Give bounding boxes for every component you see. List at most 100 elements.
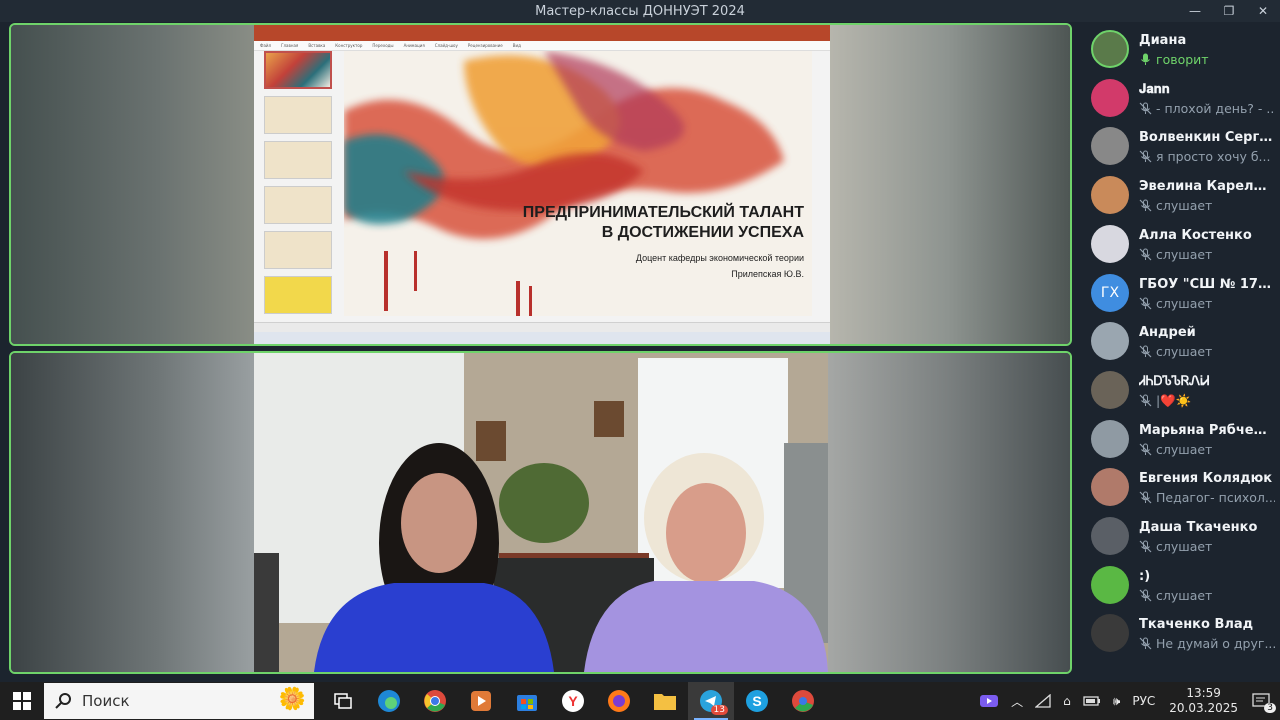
participant-avatar[interactable] [1091,565,1129,604]
participant-item[interactable]: :) слушает [1080,562,1280,610]
slide-thumbnail [264,186,332,224]
participant-item[interactable]: Евгения Колядюк Педагог- психол... [1080,464,1280,512]
language-indicator[interactable]: РУС [1132,694,1155,708]
maximize-icon[interactable]: ❐ [1212,0,1246,22]
participant-avatar[interactable] [1091,370,1129,409]
svg-text:Y: Y [568,693,578,709]
taskbar-apps: Y 13 S [320,682,826,720]
participant-avatar[interactable] [1091,468,1129,507]
participant-name: Алла Костенко [1139,227,1252,243]
title-bar: Мастер-классы ДОННУЭТ 2024 — ❐ ✕ [0,0,1280,22]
participant-status-text: слушает [1156,246,1213,262]
participant-status: Не думай о друг... [1139,636,1275,651]
participant-item[interactable]: Марьяна Рябченко слушает [1080,416,1280,464]
svg-text:S: S [752,693,761,709]
task-view-icon[interactable] [320,682,366,720]
firefox-icon[interactable] [596,682,642,720]
file-explorer-icon[interactable] [642,682,688,720]
participant-avatar[interactable] [1091,614,1129,653]
participant-status: слушает [1139,442,1275,457]
blur-right [825,353,1070,672]
video-frame [254,353,828,672]
participant-item[interactable]: Волвенкин Сергей я просто хочу б... [1080,123,1280,171]
participant-avatar[interactable]: ГХ [1091,273,1129,312]
screen-share-tile[interactable]: Файл Главная Вставка Конструктор Переходы Ани… [9,23,1072,346]
chevron-up-icon[interactable]: ︿ [1011,693,1023,710]
edge-icon[interactable] [366,682,412,720]
participant-status-text: |❤️☀️ [1156,392,1192,408]
mic-off-icon [1139,248,1152,261]
yandex-browser-icon[interactable]: Y [550,682,596,720]
mic-off-icon [1139,297,1152,309]
participant-item[interactable]: Андрей слушает [1080,318,1280,366]
media-player-icon[interactable] [458,682,504,720]
windows-start-button[interactable] [0,682,44,720]
participant-avatar[interactable] [1091,224,1129,263]
mic-off-icon [1139,150,1152,163]
participant-avatar[interactable] [1091,419,1129,458]
participant-item[interactable]: 𝐉𝐚𝐧𝐧 - плохой день? - ... [1080,75,1280,123]
participant-status-text: слушает [1156,198,1213,214]
participant-status-text: слушает [1156,539,1213,554]
search-placeholder: Поиск [82,692,130,710]
participant-status-text: слушает [1156,344,1213,360]
network-icon[interactable] [1035,694,1051,708]
telegram-icon[interactable]: 13 [688,682,734,720]
participant-item[interactable]: Алла Костенко слушает [1080,221,1280,269]
participant-name: :) [1139,568,1151,584]
participant-avatar[interactable] [1091,127,1129,166]
shared-presentation: Файл Главная Вставка Конструктор Переходы Ани… [254,25,830,344]
participant-status: слушает [1139,198,1275,213]
slide-author: Прилепская Ю.В. [731,269,804,279]
taskbar-search[interactable]: Поиск 🌼 [44,683,314,719]
participant-name: ГБОУ "СШ № 17 г.... [1139,276,1275,292]
participant-status-text: Педагог- психол... [1156,490,1275,506]
clock[interactable]: 13:59 20.03.2025 [1169,686,1238,716]
chrome-icon[interactable] [412,682,458,720]
participant-item[interactable]: Ткаченко Влад Не думай о друг... [1080,610,1280,658]
participant-item[interactable]: Даша Ткаченко слушает [1080,513,1280,561]
system-tray: ︿ ⌂ 🕪 РУС 13:59 20.03.2025 3 [973,682,1280,720]
meet-now-icon[interactable] [979,693,999,709]
participants-panel[interactable]: Диана говорит 𝐉𝐚𝐧𝐧 - плохой день? - ... Волв… [1080,22,1280,678]
mic-on-icon [1141,53,1150,65]
participant-status-text: слушает [1156,441,1213,457]
slide-thumbnails [258,51,334,321]
store-icon[interactable] [504,682,550,720]
participant-name: Даша Ткаченко [1139,520,1258,535]
slide-heading: ПРЕДПРИНИМАТЕЛЬСКИЙ ТАЛАНТ В ДОСТИЖЕНИИ … [522,204,804,241]
participant-item[interactable]: Диана говорит [1080,26,1280,74]
ppt-menu: Файл Главная Вставка Конструктор Переходы Ани… [254,41,830,51]
close-icon[interactable]: ✕ [1246,0,1280,22]
participant-status: слушает [1139,539,1275,554]
participant-avatar[interactable] [1091,517,1129,555]
flowers-icon: 🌼 [278,687,306,712]
battery-icon[interactable] [1083,695,1101,707]
participant-avatar[interactable] [1091,30,1129,68]
blur-left [11,25,256,344]
notifications-icon[interactable]: 3 [1252,693,1276,713]
slide-subtitle: Доцент кафедры экономической теории [635,253,804,263]
skype-icon[interactable]: S [734,682,780,720]
camera-tile[interactable] [9,351,1072,674]
participant-item[interactable]: ГХ ГБОУ "СШ № 17 г.... слушает [1080,270,1280,318]
participant-item[interactable]: ᏗᏂᎠᏖᏖᏒᏁᎥᏗ |❤️☀️ [1080,367,1280,415]
participant-avatar[interactable] [1091,322,1129,361]
participant-avatar[interactable] [1091,78,1129,117]
participant-avatar[interactable] [1091,176,1129,215]
mic-off-icon [1139,199,1152,212]
minimize-icon[interactable]: — [1178,0,1212,22]
chrome-profile-icon[interactable] [780,682,826,720]
volume-icon[interactable]: 🕪 [1113,694,1121,709]
windows-taskbar: Поиск 🌼 Y 13 S ︿ ⌂ 🕪 РУС 13:59 20.03.202… [0,682,1280,720]
participant-status: слушает [1139,344,1275,359]
participant-name: Евгения Колядюк [1139,471,1273,487]
window-controls: — ❐ ✕ [1178,0,1280,22]
participant-status: - плохой день? - ... [1139,101,1275,116]
ppt-statusbar [254,322,830,332]
window-title: Мастер-классы ДОННУЭТ 2024 [535,3,745,19]
participant-item[interactable]: Эвелина Карелова слушает [1080,172,1280,220]
network-tray-icon[interactable]: ⌂ [1063,694,1071,708]
mic-off-icon [1139,637,1152,650]
participant-name: Волвенкин Сергей [1139,130,1275,146]
